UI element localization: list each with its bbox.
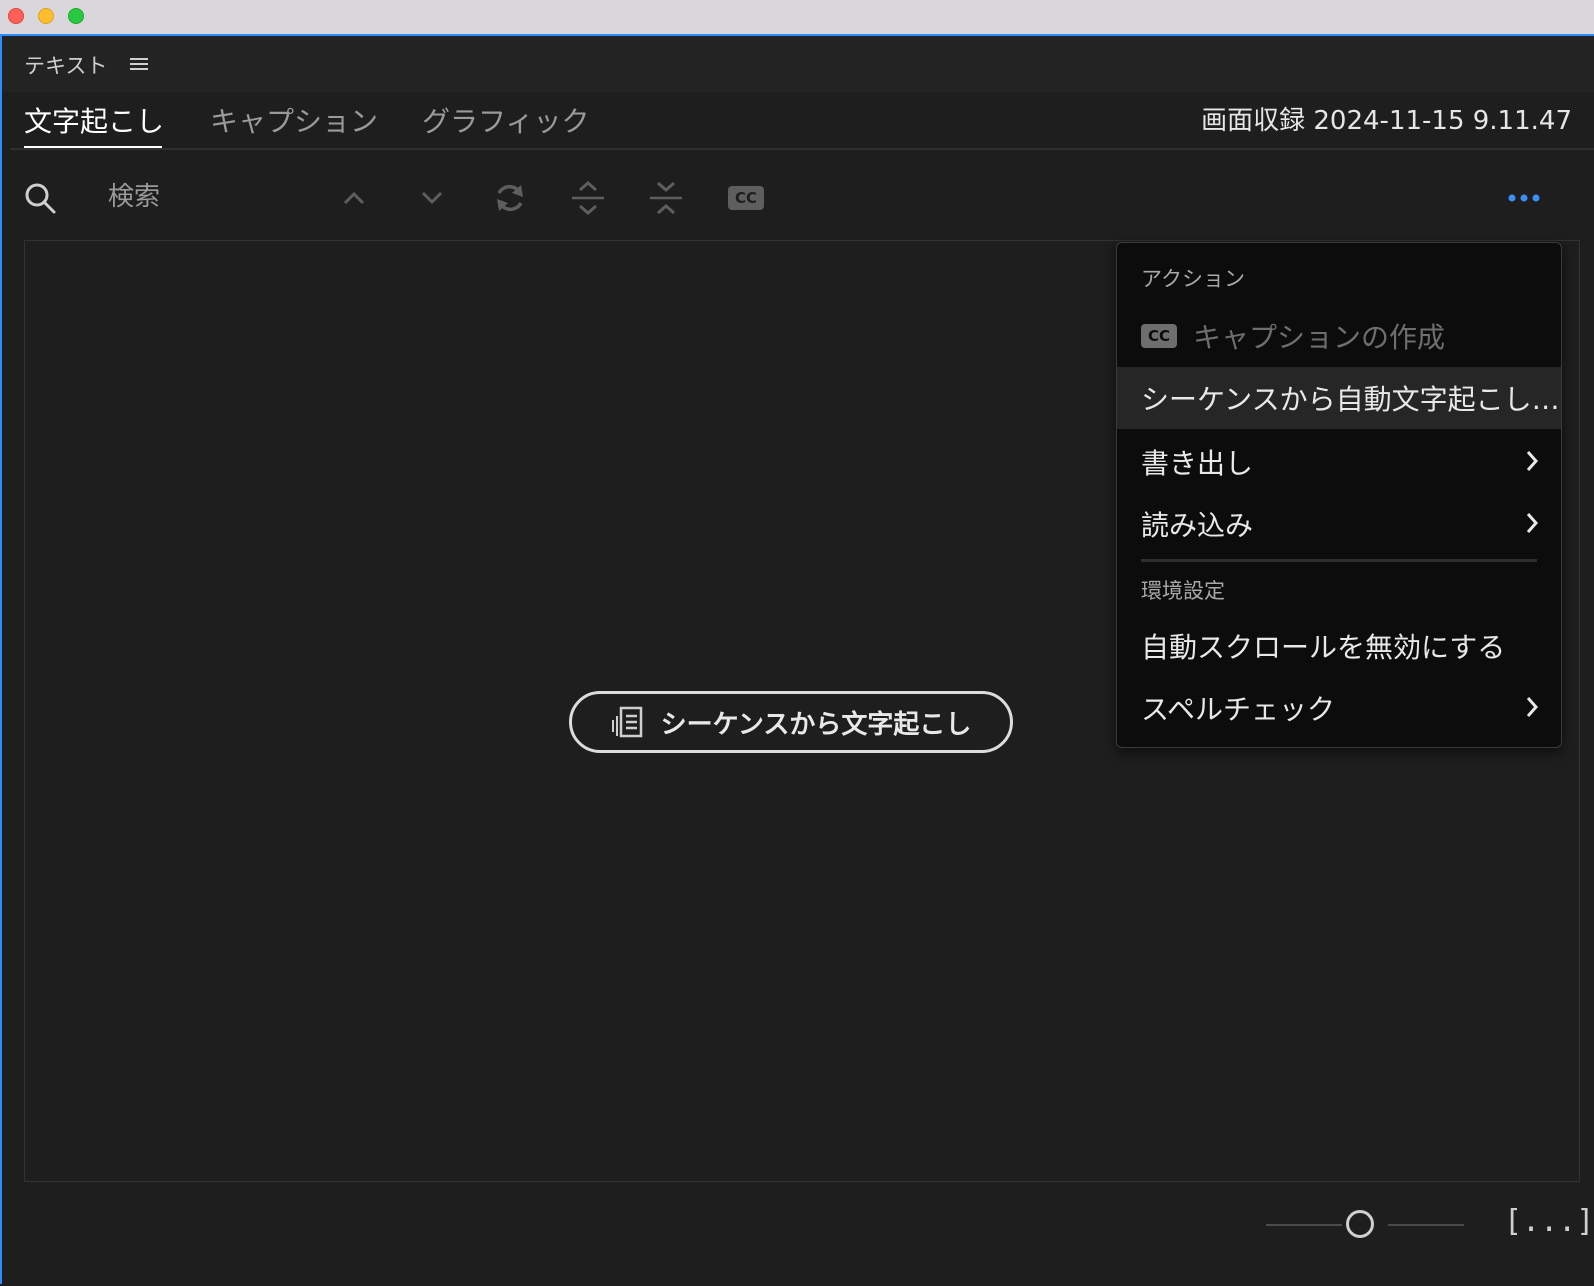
- menu-item-export[interactable]: 書き出し: [1117, 431, 1561, 493]
- sequence-name: 画面収録 2024-11-15 9.11.47: [1201, 106, 1572, 136]
- expand-icon[interactable]: [570, 180, 606, 216]
- menu-item-spellcheck-label: スペルチェック: [1141, 693, 1336, 726]
- search-icon[interactable]: [22, 180, 58, 216]
- menu-item-disable-autoscroll-label: 自動スクロールを無効にする: [1141, 631, 1506, 664]
- transcript-document-icon: [611, 706, 645, 738]
- text-panel-window: テキスト 文字起こし キャプション グラフィック 画面収録 2024-11-15…: [0, 34, 1594, 1284]
- transcribe-sequence-label: シーケンスから文字起こし: [660, 709, 972, 740]
- cc-icon-label: CC: [728, 186, 764, 210]
- menu-item-export-label: 書き出し: [1141, 447, 1254, 480]
- collapse-icon[interactable]: [648, 180, 684, 216]
- menu-item-import[interactable]: 読み込み: [1117, 493, 1561, 555]
- transcript-toolbar: CC: [2, 160, 1594, 236]
- hamburger-menu-icon[interactable]: [130, 56, 148, 76]
- cc-icon[interactable]: CC: [728, 180, 764, 216]
- chevron-right-icon: [1525, 447, 1539, 480]
- menu-divider: [1141, 559, 1537, 562]
- more-options-menu: アクション CC キャプションの作成 シーケンスから自動文字起こし… 書き出し …: [1116, 242, 1562, 748]
- transcribe-sequence-button[interactable]: シーケンスから文字起こし: [569, 691, 1013, 753]
- tabs-divider: [10, 148, 1594, 150]
- tab-transcript[interactable]: 文字起こし: [24, 100, 164, 152]
- menu-section-actions: アクション: [1141, 267, 1245, 291]
- maximize-window-button[interactable]: [68, 8, 84, 24]
- panel-footer: [...]: [2, 1186, 1594, 1286]
- panel-header: テキスト: [2, 36, 1594, 92]
- zoom-slider-handle[interactable]: [1346, 1210, 1374, 1238]
- panel-title: テキスト: [24, 54, 108, 78]
- chevron-right-icon: [1525, 509, 1539, 542]
- window-titlebar: [0, 0, 1594, 34]
- chevron-right-icon: [1525, 693, 1539, 726]
- refresh-icon[interactable]: [492, 180, 528, 216]
- more-icon[interactable]: [1506, 180, 1542, 216]
- zoom-slider-track-left[interactable]: [1266, 1224, 1342, 1226]
- tab-captions[interactable]: キャプション: [210, 100, 378, 152]
- menu-item-create-captions-label: キャプションの作成: [1193, 321, 1446, 354]
- menu-item-import-label: 読み込み: [1141, 509, 1254, 542]
- close-window-button[interactable]: [8, 8, 24, 24]
- menu-item-auto-transcribe-label: シーケンスから自動文字起こし…: [1141, 383, 1560, 416]
- menu-item-auto-transcribe[interactable]: シーケンスから自動文字起こし…: [1117, 367, 1561, 429]
- tab-graphics[interactable]: グラフィック: [422, 100, 589, 152]
- search-input[interactable]: [106, 176, 330, 218]
- fit-view-icon[interactable]: [...]: [1504, 1204, 1594, 1239]
- menu-item-disable-autoscroll[interactable]: 自動スクロールを無効にする: [1117, 615, 1561, 677]
- minimize-window-button[interactable]: [38, 8, 54, 24]
- chevron-down-icon[interactable]: [414, 180, 450, 216]
- menu-item-create-captions[interactable]: CC キャプションの作成: [1117, 305, 1561, 367]
- cc-icon: CC: [1141, 324, 1177, 348]
- menu-item-spellcheck[interactable]: スペルチェック: [1117, 677, 1561, 739]
- menu-section-preferences: 環境設定: [1141, 579, 1225, 603]
- zoom-slider-track-right[interactable]: [1388, 1224, 1464, 1226]
- chevron-up-icon[interactable]: [336, 180, 372, 216]
